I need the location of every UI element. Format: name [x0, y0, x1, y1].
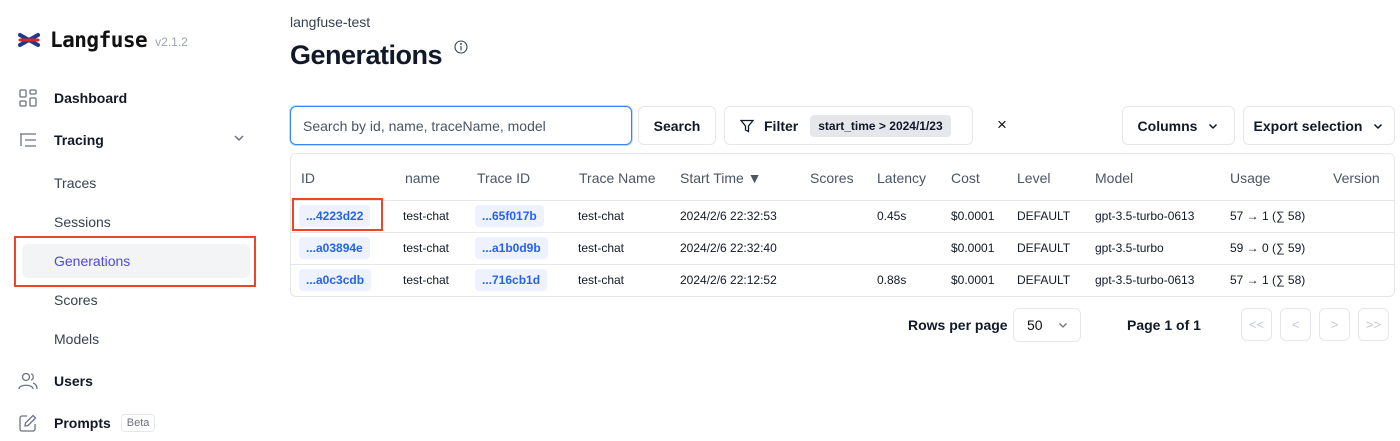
generation-id-link[interactable]: ...a03894e: [299, 237, 370, 259]
cell-usage: 57 → 1 (∑ 58): [1230, 273, 1306, 287]
table-row[interactable]: ...4223d22 test-chat ...65f017b test-cha…: [291, 200, 1394, 232]
generation-id-link[interactable]: ...a0c3cdb: [299, 269, 372, 291]
users-icon: [18, 371, 38, 391]
sidebar-item-tracing[interactable]: Tracing: [18, 128, 104, 152]
column-header-name[interactable]: name: [405, 170, 440, 186]
sidebar-item-sessions[interactable]: Sessions: [54, 210, 111, 234]
column-header-scores[interactable]: Scores: [810, 170, 854, 186]
cell-model: gpt-3.5-turbo: [1095, 241, 1164, 255]
table-row[interactable]: ...a0c3cdb test-chat ...716cb1d test-cha…: [291, 264, 1394, 296]
rows-per-page-select[interactable]: 50: [1013, 308, 1081, 342]
trace-id-link[interactable]: ...a1b0d9b: [475, 237, 548, 259]
filter-icon: [740, 119, 754, 133]
app-version: v2.1.2: [155, 34, 188, 49]
beta-badge: Beta: [120, 414, 156, 432]
sidebar: Langfuse v2.1.2 Dashboard Tracing Traces…: [0, 0, 272, 441]
sidebar-item-label: Models: [54, 331, 100, 347]
pencil-square-icon: [18, 413, 38, 433]
cell-latency: 0.88s: [877, 273, 907, 287]
cell-trace-name: test-chat: [578, 273, 625, 287]
search-input[interactable]: [290, 106, 632, 145]
sidebar-item-label: Users: [54, 373, 93, 389]
id-highlight-box: [292, 198, 383, 231]
search-button-label: Search: [653, 117, 701, 134]
cell-cost: $0.0001: [951, 273, 995, 287]
cell-level: DEFAULT: [1017, 241, 1071, 255]
rows-per-page-label: Rows per page: [908, 317, 1008, 333]
table-row[interactable]: ...a03894e test-chat ...a1b0d9b test-cha…: [291, 232, 1394, 264]
column-header-trace-id[interactable]: Trace ID: [477, 170, 530, 186]
columns-label: Columns: [1137, 117, 1198, 134]
cell-name: test-chat: [403, 273, 450, 287]
langfuse-logo-icon: [18, 32, 40, 48]
column-header-latency[interactable]: Latency: [877, 170, 926, 186]
column-header-cost[interactable]: Cost: [951, 170, 980, 186]
cell-start-time: 2024/2/6 22:32:53: [680, 209, 777, 223]
sidebar-item-prompts[interactable]: Prompts Beta: [18, 411, 156, 435]
cell-trace-name: test-chat: [578, 209, 625, 223]
cell-start-time: 2024/2/6 22:12:52: [680, 273, 777, 287]
sidebar-item-users[interactable]: Users: [18, 369, 93, 393]
chevron-down-icon: [1372, 120, 1384, 132]
page-title: Generations: [290, 40, 443, 70]
column-header-id[interactable]: ID: [301, 170, 315, 186]
dashboard-icon: [18, 88, 38, 108]
cell-latency: 0.45s: [877, 209, 907, 223]
filter-label: Filter: [764, 117, 799, 134]
breadcrumb[interactable]: langfuse-test: [290, 14, 370, 30]
cell-model: gpt-3.5-turbo-0613: [1095, 273, 1195, 287]
cell-cost: $0.0001: [951, 209, 995, 223]
cell-trace-name: test-chat: [578, 241, 625, 255]
rows-per-page-value: 50: [1027, 317, 1043, 333]
last-page-button[interactable]: >>: [1358, 308, 1389, 341]
trace-id-link[interactable]: ...716cb1d: [475, 269, 548, 291]
cell-level: DEFAULT: [1017, 273, 1071, 287]
column-header-level[interactable]: Level: [1017, 170, 1050, 186]
generations-table: ID name Trace ID Trace Name Start Time ▼…: [290, 153, 1395, 297]
column-header-start-time[interactable]: Start Time ▼: [680, 170, 762, 186]
sidebar-item-label: Tracing: [54, 132, 104, 148]
cell-start-time: 2024/2/6 22:32:40: [680, 241, 777, 255]
search-button[interactable]: Search: [638, 106, 716, 145]
sidebar-item-label: Traces: [54, 175, 97, 191]
sidebar-item-label: Prompts: [54, 415, 111, 431]
cell-name: test-chat: [403, 209, 450, 223]
export-label: Export selection: [1253, 117, 1363, 134]
sidebar-item-label: Scores: [54, 292, 98, 308]
filter-button[interactable]: Filter start_time > 2024/1/23: [724, 106, 973, 145]
sidebar-item-models[interactable]: Models: [54, 327, 99, 351]
export-selection-button[interactable]: Export selection: [1243, 106, 1395, 145]
sidebar-item-dashboard[interactable]: Dashboard: [18, 86, 127, 110]
cell-name: test-chat: [403, 241, 450, 255]
cell-usage: 57 → 1 (∑ 58): [1230, 209, 1306, 223]
trace-id-link[interactable]: ...65f017b: [475, 205, 544, 227]
first-page-button[interactable]: <<: [1241, 308, 1272, 341]
logo[interactable]: Langfuse v2.1.2: [18, 26, 188, 54]
page-info: Page 1 of 1: [1127, 317, 1201, 333]
sidebar-item-traces[interactable]: Traces: [54, 171, 96, 195]
columns-button[interactable]: Columns: [1122, 106, 1235, 145]
cell-usage: 59 → 0 (∑ 59): [1230, 241, 1306, 255]
chevron-down-icon: [1207, 120, 1219, 132]
cell-cost: $0.0001: [951, 241, 995, 255]
column-header-trace-name[interactable]: Trace Name: [579, 170, 656, 186]
column-header-model[interactable]: Model: [1095, 170, 1133, 186]
sidebar-item-label: Dashboard: [54, 90, 128, 106]
list-tree-icon: [18, 130, 38, 150]
generations-highlight-box: [14, 236, 256, 287]
column-header-usage[interactable]: Usage: [1230, 170, 1270, 186]
filter-chip: start_time > 2024/1/23: [810, 114, 951, 137]
sidebar-item-label: Sessions: [54, 214, 111, 230]
chevron-down-icon[interactable]: [232, 131, 246, 145]
cell-level: DEFAULT: [1017, 209, 1071, 223]
app-name: Langfuse: [50, 28, 148, 52]
next-page-button[interactable]: >: [1319, 308, 1350, 341]
sidebar-item-scores[interactable]: Scores: [54, 288, 98, 312]
cell-model: gpt-3.5-turbo-0613: [1095, 209, 1195, 223]
column-header-version[interactable]: Version: [1333, 170, 1380, 186]
clear-filter-button[interactable]: ×: [990, 114, 1014, 136]
chevron-down-icon: [1057, 319, 1069, 331]
info-icon[interactable]: [454, 40, 468, 54]
previous-page-button[interactable]: <: [1280, 308, 1311, 341]
